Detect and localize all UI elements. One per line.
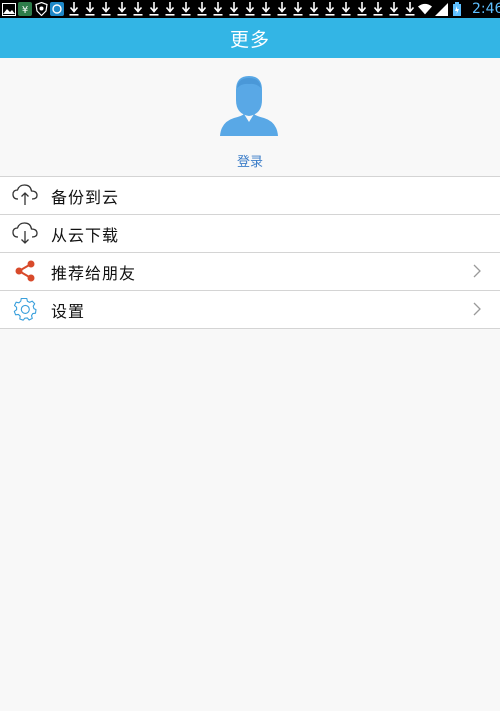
wifi-icon	[418, 2, 432, 16]
shield-icon	[34, 2, 48, 16]
download-notifications	[66, 1, 418, 17]
user-avatar-icon	[220, 76, 278, 136]
more-menu: 备份到云 从云下载 推荐给朋友 设置	[0, 176, 500, 329]
status-bar: ¥ 2:46	[0, 0, 500, 18]
download-arrow-icon	[306, 1, 322, 17]
download-arrow-icon	[194, 1, 210, 17]
download-arrow-icon	[322, 1, 338, 17]
menu-item-label: 推荐给朋友	[51, 263, 137, 283]
menu-item-settings[interactable]: 设置	[0, 290, 500, 329]
cloud-upload-icon	[12, 182, 38, 208]
download-arrow-icon	[146, 1, 162, 17]
download-arrow-icon	[354, 1, 370, 17]
battery-icon	[450, 2, 464, 16]
download-arrow-icon	[386, 1, 402, 17]
download-arrow-icon	[114, 1, 130, 17]
system-icons: 2:46	[418, 1, 500, 17]
clock-time: 2:46	[472, 1, 500, 17]
profile-section: 登录	[0, 58, 500, 176]
login-link[interactable]: 登录	[0, 151, 500, 170]
download-arrow-icon	[162, 1, 178, 17]
gallery-icon	[2, 2, 16, 16]
download-arrow-icon	[210, 1, 226, 17]
menu-item-label: 从云下载	[51, 225, 120, 245]
download-arrow-icon	[82, 1, 98, 17]
download-arrow-icon	[242, 1, 258, 17]
browser-icon	[50, 2, 64, 16]
download-arrow-icon	[98, 1, 114, 17]
download-arrow-icon	[290, 1, 306, 17]
download-arrow-icon	[178, 1, 194, 17]
signal-icon	[434, 2, 448, 16]
gear-icon	[12, 296, 38, 322]
menu-item-label: 备份到云	[51, 187, 120, 207]
cloud-download-icon	[12, 220, 38, 246]
notification-icons: ¥	[0, 0, 418, 18]
menu-item-download-from-cloud[interactable]: 从云下载	[0, 214, 500, 252]
share-icon	[12, 258, 38, 284]
download-arrow-icon	[402, 1, 418, 17]
download-arrow-icon	[130, 1, 146, 17]
download-arrow-icon	[274, 1, 290, 17]
app-icon: ¥	[18, 2, 32, 16]
menu-item-label: 设置	[51, 301, 86, 321]
title-bar: 更多	[0, 18, 500, 58]
svg-text:¥: ¥	[22, 5, 28, 16]
menu-item-backup-to-cloud[interactable]: 备份到云	[0, 176, 500, 214]
download-arrow-icon	[66, 1, 82, 17]
chevron-right-icon	[473, 264, 481, 278]
page-title: 更多	[229, 28, 270, 51]
download-arrow-icon	[258, 1, 274, 17]
avatar[interactable]	[218, 74, 280, 136]
chevron-right-icon	[473, 302, 481, 316]
download-arrow-icon	[226, 1, 242, 17]
menu-item-recommend-to-friends[interactable]: 推荐给朋友	[0, 252, 500, 290]
download-arrow-icon	[338, 1, 354, 17]
download-arrow-icon	[370, 1, 386, 17]
